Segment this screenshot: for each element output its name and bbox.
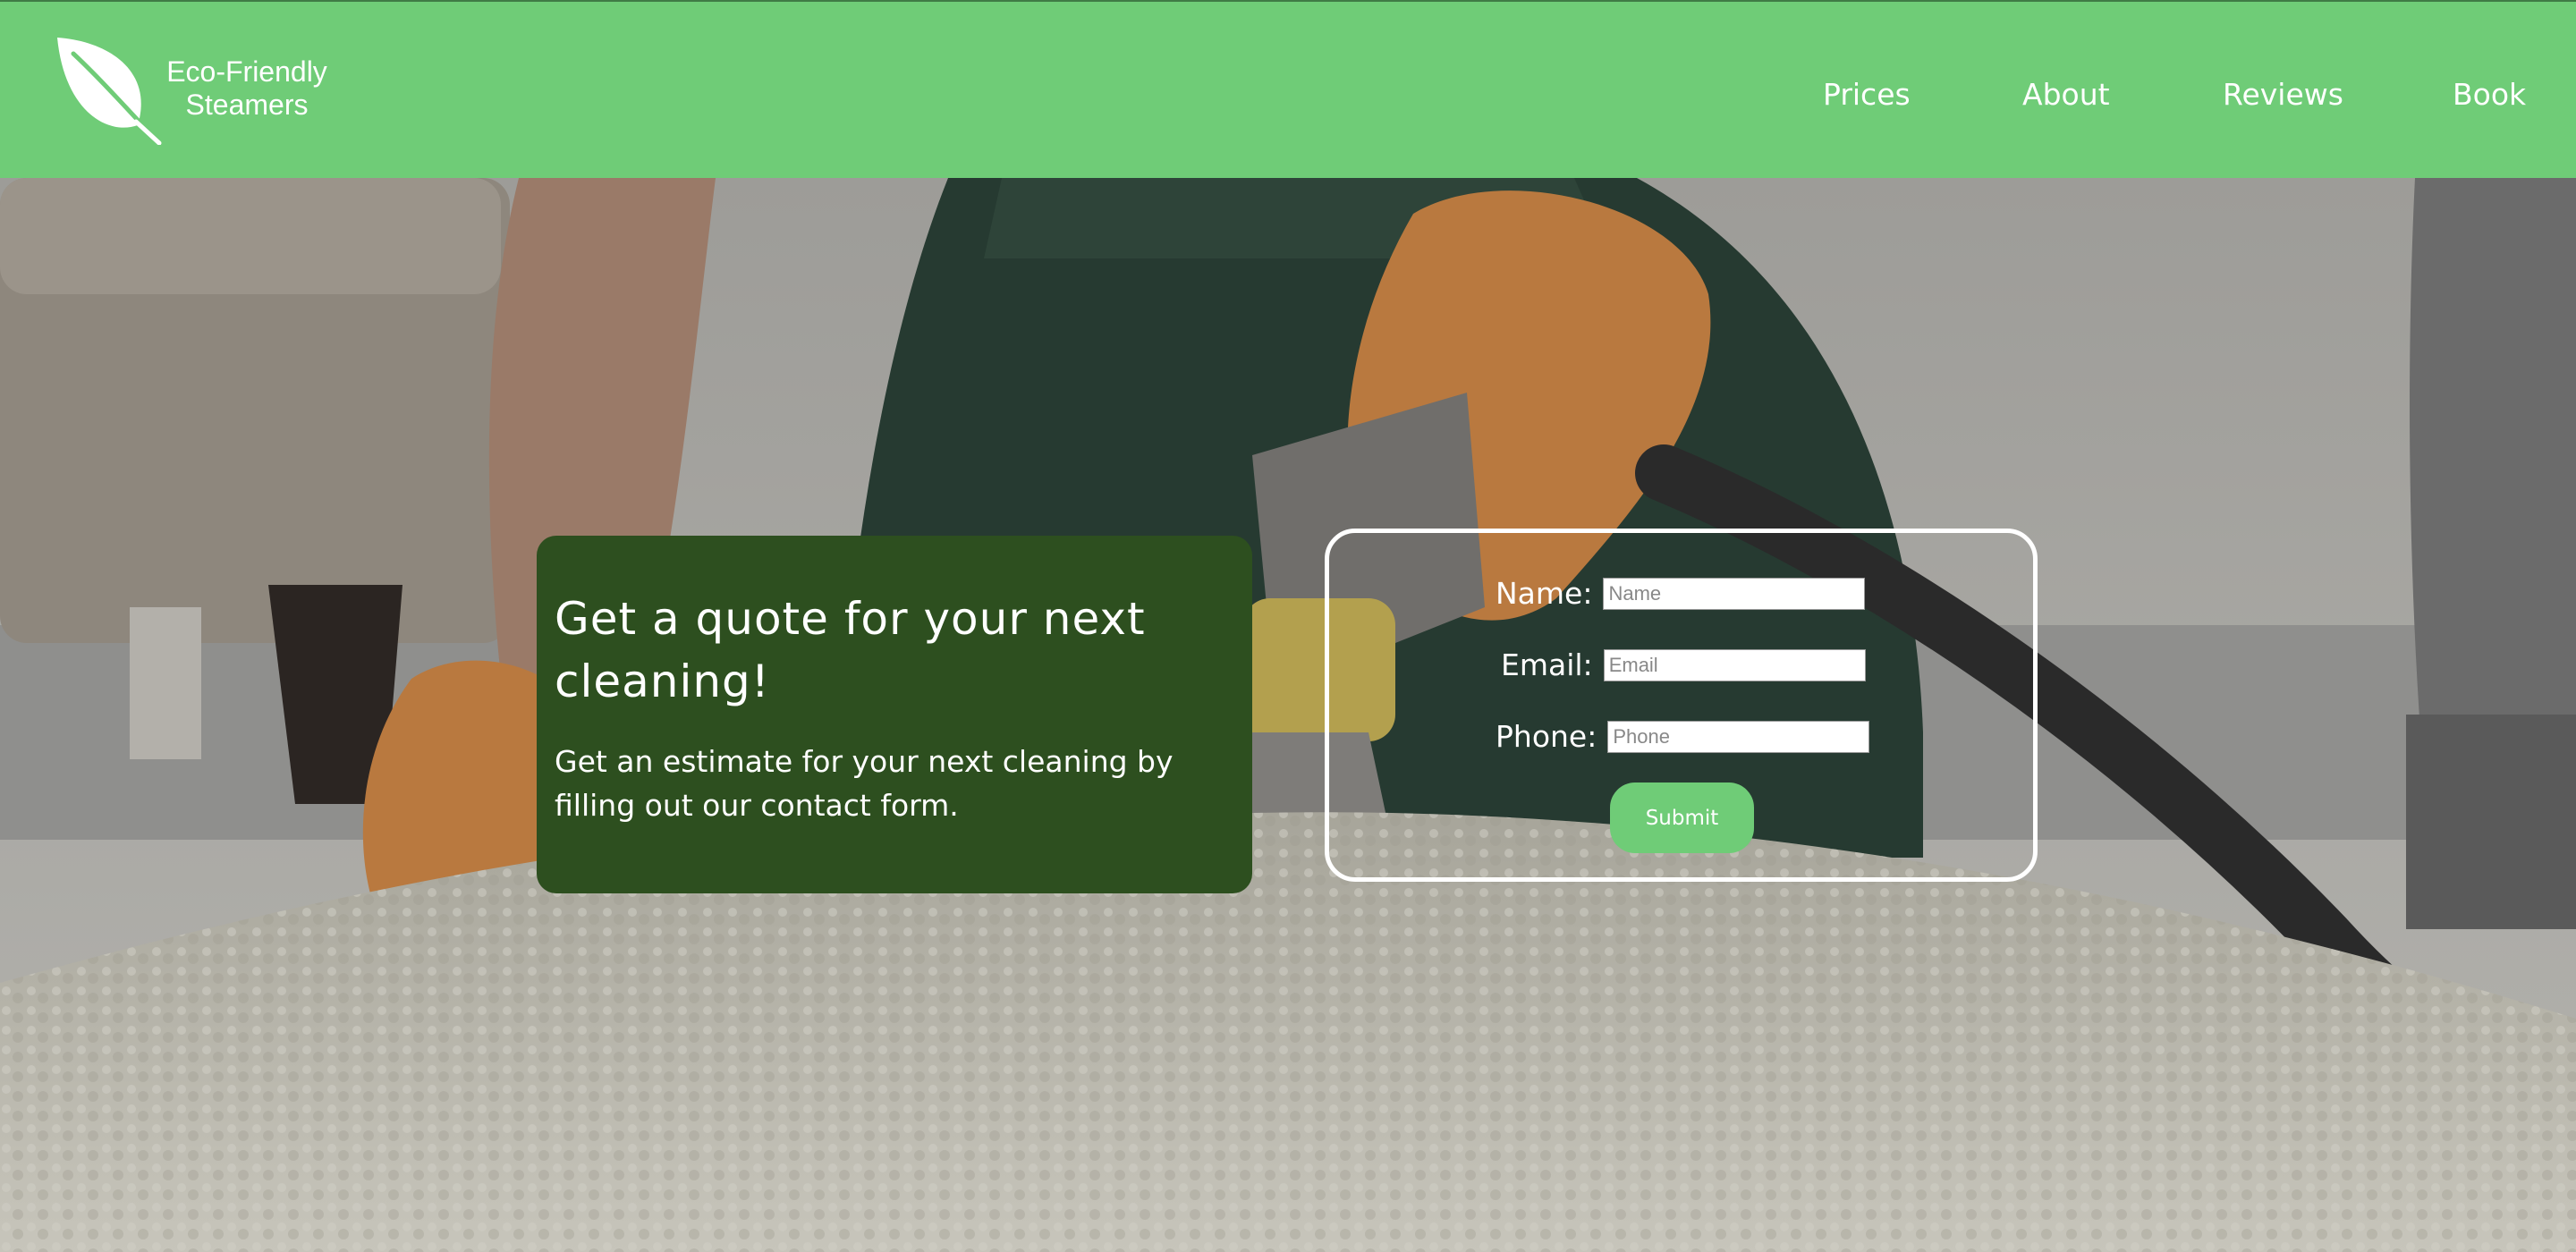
leaf-icon[interactable] (54, 36, 163, 145)
form-row-email: Email: (1501, 647, 1866, 683)
form-row-name: Name: (1496, 576, 1866, 612)
phone-label: Phone: (1496, 719, 1597, 754)
brand-name[interactable]: Eco-Friendly Steamers (157, 55, 336, 122)
email-label: Email: (1501, 647, 1593, 682)
quote-title: Get a quote for your next cleaning! (555, 593, 1146, 707)
name-input[interactable] (1603, 578, 1866, 610)
quote-description: Get an estimate for your next cleaning b… (555, 744, 1174, 823)
site-header: Eco-Friendly Steamers Prices About Revie… (0, 0, 2576, 178)
submit-button[interactable]: Submit (1610, 782, 1754, 853)
nav-link-reviews[interactable]: Reviews (2223, 77, 2343, 113)
hero-section: Get a quote for your next cleaning! Get … (0, 178, 2576, 1252)
nav-link-book[interactable]: Book (2453, 77, 2526, 113)
phone-input[interactable] (1607, 721, 1870, 753)
brand-name-line2: Steamers (185, 89, 309, 121)
nav-link-about[interactable]: About (2022, 77, 2110, 113)
quote-form: Name: Email: Phone: Submit (1325, 529, 2038, 882)
brand-name-line1: Eco-Friendly (166, 55, 327, 88)
form-row-phone: Phone: (1496, 719, 1870, 755)
nav-link-prices[interactable]: Prices (1823, 77, 1911, 113)
email-input[interactable] (1603, 649, 1866, 681)
name-label: Name: (1496, 576, 1593, 611)
hero-background-photo (0, 178, 2576, 1252)
quote-card: Get a quote for your next cleaning! Get … (537, 536, 1252, 893)
